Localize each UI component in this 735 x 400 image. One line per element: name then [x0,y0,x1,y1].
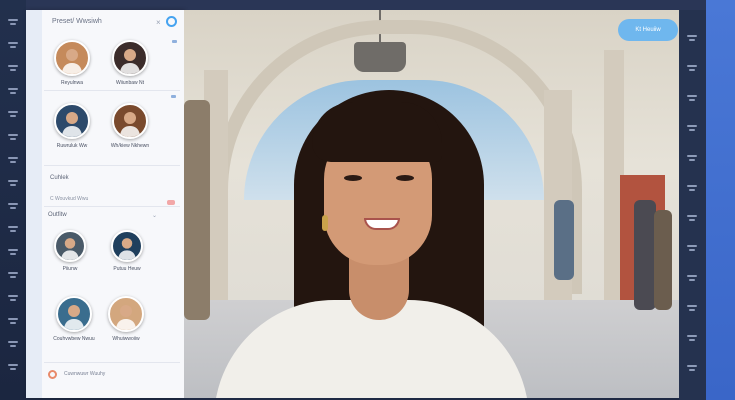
background-person [554,200,574,280]
avatar [112,103,148,139]
settings-icon[interactable] [7,64,21,74]
subject-earring [322,215,328,231]
settings-icon[interactable] [686,274,700,284]
camera-icon[interactable] [686,64,700,74]
link-icon[interactable] [7,317,21,327]
people-icon[interactable] [686,214,700,224]
divider [44,90,180,91]
star-icon[interactable] [7,225,21,235]
background-person [654,210,672,310]
contact-card[interactable]: Couhvwbew Nwuu [44,296,104,342]
contact-name: Wiiunbaw Nt [115,80,145,86]
contact-name: Whuiwwoiiw [112,336,140,342]
refresh-icon[interactable] [7,363,21,373]
right-control-rail [679,10,706,400]
hand-icon[interactable] [686,304,700,314]
close-icon[interactable]: × [156,18,161,27]
left-nav-rail [0,0,26,400]
record-icon[interactable] [48,370,57,379]
app-logo-icon[interactable] [166,16,177,27]
screen-icon[interactable] [686,94,700,104]
contact-name: Ruwruluk Ww [56,143,88,149]
chat-icon[interactable] [7,41,21,51]
phone-icon[interactable] [7,156,21,166]
contacts-panel: Preset/ Wwsiwh × Reyulnwa Wiiunbaw Nt Ru… [26,10,184,398]
chat-icon[interactable] [686,184,700,194]
notification-badge [167,200,175,205]
avatar [108,296,144,332]
chevron-down-icon[interactable]: ⌄ [152,212,157,219]
more-icon[interactable] [686,244,700,254]
window-edge [706,0,735,400]
top-bar [26,0,706,10]
share-icon[interactable] [7,340,21,350]
panel-accent-strip [26,10,42,398]
contact-name: Couhvwbew Nwuu [53,336,95,342]
avatar [54,103,90,139]
avatar [54,40,90,76]
section-subheading[interactable]: C Wouvkud Wwu [50,196,88,202]
menu-icon[interactable] [7,18,21,28]
avatar [54,230,86,262]
grid-icon[interactable] [7,87,21,97]
flag-icon[interactable] [7,294,21,304]
video-status-pill[interactable]: Kt Heuiiw [618,19,678,41]
subject-hair-top [312,102,442,162]
contact-name: Piiunw [62,266,78,272]
contact-card[interactable]: Wiiunbaw Nt [100,40,160,86]
video-feed[interactable]: Kt Heuiiw [184,10,679,398]
avatar [111,230,143,262]
mic-icon[interactable] [686,34,700,44]
end-call-icon[interactable] [686,364,700,374]
contact-card[interactable]: Wh/kiew Nkhewn [100,103,160,149]
contact-card[interactable]: Reyulnwa [42,40,102,86]
contact-card[interactable]: Putuu Heuw [97,230,157,272]
bell-icon[interactable] [7,110,21,120]
avatar [56,296,92,332]
mail-icon[interactable] [7,248,21,258]
record-icon[interactable] [686,154,700,164]
panel-title: Preset/ Wwsiwh [52,18,102,25]
subject-eye [344,175,362,181]
section-heading[interactable]: Outfitw [48,212,67,218]
contact-name: Putuu Heuw [113,266,141,272]
calendar-icon[interactable] [7,179,21,189]
divider [44,165,180,166]
scroll-indicator[interactable] [172,40,177,43]
user-icon[interactable] [7,133,21,143]
contact-name: Wh/kiew Nkhewn [110,143,150,149]
section-heading[interactable]: Cuhlek [50,175,69,181]
grid-icon[interactable] [686,124,700,134]
footer-link[interactable]: Cuwnwuwr Wuuhy [64,371,105,377]
background-person [634,200,656,310]
subject-eye [396,175,414,181]
scroll-indicator[interactable] [171,95,176,98]
help-icon[interactable] [7,271,21,281]
divider [44,206,180,207]
contact-card[interactable]: Ruwruluk Ww [42,103,102,149]
background-person [184,100,210,320]
contact-name: Reyulnwa [61,80,83,86]
divider [44,362,180,363]
folder-icon[interactable] [7,202,21,212]
avatar [112,40,148,76]
contact-card[interactable]: Piiunw [40,230,100,272]
contact-card[interactable]: Whuiwwoiiw [96,296,156,342]
wifi-icon[interactable] [686,334,700,344]
